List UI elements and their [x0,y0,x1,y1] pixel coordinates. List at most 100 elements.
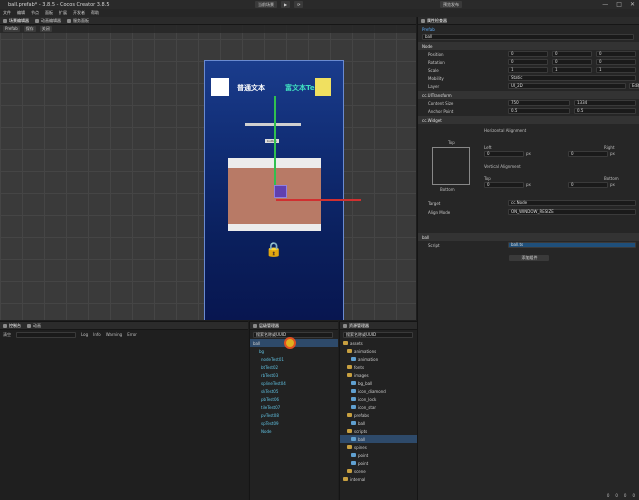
tab-service[interactable]: 服务面板 [67,18,89,24]
menu-help[interactable]: 帮助 [91,10,99,16]
layer-edit-button[interactable]: Edit [629,83,639,89]
asset-folder[interactable]: animations [340,347,417,355]
tab-console[interactable]: 控制台 [3,323,21,329]
scale-z[interactable]: 1 [596,67,636,73]
node-section-header[interactable]: Node [418,42,639,50]
target-field[interactable]: cc.Node [508,200,636,206]
filter-warning[interactable]: Warning [106,332,122,337]
asset-file-selected[interactable]: ball [340,435,417,443]
tree-node[interactable]: skTest05 [250,387,338,395]
ball-component-header[interactable]: ball [418,233,639,241]
node-name-input[interactable]: ball [422,34,634,40]
assets-search-input[interactable]: 搜索名称或UUID [343,331,413,338]
tree-node[interactable]: splineTest04 [250,379,338,387]
left-unit: px [526,151,531,156]
tree-node[interactable]: pbTest06 [250,395,338,403]
tab-hierarchy[interactable]: 层级管理器 [253,323,279,329]
menu-edit[interactable]: 编辑 [17,10,25,16]
console-search-input[interactable] [16,331,76,338]
mobility-select[interactable]: Static [508,75,636,81]
asset-folder[interactable]: internal [340,475,417,483]
rotation-z[interactable]: 0 [596,59,636,65]
asset-folder[interactable]: prefabs [340,411,417,419]
gizmo-y-axis[interactable] [274,96,276,186]
filter-info[interactable]: Info [93,332,101,337]
tree-node[interactable]: spTest09 [250,419,338,427]
tab-scene-editor[interactable]: 场景编辑器 [3,18,29,24]
script-field[interactable]: ball.ts [508,242,636,248]
content-height[interactable]: 1334 [574,100,636,106]
hierarchy-search-input[interactable]: 搜索名称或UUID [253,331,333,338]
add-component-button[interactable]: 添加组件 [508,255,549,261]
asset-file[interactable]: icon_star [340,403,417,411]
widget-alignment-box[interactable] [432,147,470,185]
filter-error[interactable]: Error [127,332,137,337]
asset-file[interactable]: point [340,459,417,467]
right-unit: px [610,151,615,156]
tree-node[interactable]: tileTest07 [250,403,338,411]
anchor-x[interactable]: 0.5 [508,108,570,114]
asset-folder[interactable]: scripts [340,427,417,435]
save-button[interactable]: 保存 [23,26,36,32]
tree-node[interactable]: rbTest03 [250,371,338,379]
tab-inspector[interactable]: 属性检查器 [421,18,447,24]
filter-log[interactable]: Log [81,332,88,337]
play-button[interactable]: ▶ [281,1,291,8]
tree-node-bg[interactable]: bg [250,347,338,355]
menu-developer[interactable]: 开发者 [73,10,85,16]
rotation-y[interactable]: 0 [552,59,592,65]
minimize-icon[interactable]: — [602,1,608,8]
menu-extension[interactable]: 扩展 [59,10,67,16]
tree-node[interactable]: Node [250,427,338,435]
left-input[interactable]: 0 [484,151,524,157]
maximize-icon[interactable]: □ [616,1,622,8]
bottom-input[interactable]: 0 [568,182,608,188]
layer-select[interactable]: UI_2D [508,83,626,89]
close-icon[interactable]: ✕ [630,1,635,8]
anchor-y[interactable]: 0.5 [574,108,636,114]
widget-section-header[interactable]: cc.Widget [418,116,639,124]
tab-animation-editor[interactable]: 动画编辑器 [35,18,61,24]
close-button[interactable]: 关闭 [39,26,52,32]
asset-folder[interactable]: spines [340,443,417,451]
tab-animation[interactable]: 动画 [27,323,41,329]
tree-node[interactable]: nodeTest01 [250,355,338,363]
hierarchy-panel: 层级管理器 搜索名称或UUID ball bg nodeTest01 btTes… [249,321,338,500]
asset-file[interactable]: icon_diamond [340,387,417,395]
scene-editor[interactable]: 场景编辑器 动画编辑器 服务面板 Prefab 保存 关闭 普通文本 富文本Te… [0,17,416,320]
uitransform-section-header[interactable]: cc.UITransform [418,91,639,99]
asset-folder[interactable]: assets [340,339,417,347]
asset-folder[interactable]: images [340,371,417,379]
position-z[interactable]: 0 [596,51,636,57]
asset-file[interactable]: point [340,451,417,459]
scale-y[interactable]: 1 [552,67,592,73]
tree-node[interactable]: pvTest08 [250,411,338,419]
gizmo-x-axis[interactable] [276,199,361,201]
scale-x[interactable]: 1 [508,67,548,73]
content-width[interactable]: 750 [508,100,570,106]
tree-node-ball[interactable]: ball [250,337,338,349]
asset-file[interactable]: ball [340,419,417,427]
publish-button[interactable]: 预览发布 [440,1,462,8]
asset-file[interactable]: icon_lock [340,395,417,403]
menu-panel[interactable]: 面板 [45,10,53,16]
asset-folder[interactable]: scene [340,467,417,475]
top-input[interactable]: 0 [484,182,524,188]
asset-file[interactable]: bg_ball [340,379,417,387]
tree-node[interactable]: btTest02 [250,363,338,371]
canvas-preview[interactable]: 普通文本 富文本Text button 🔒 [204,60,361,320]
gizmo-center[interactable] [274,185,287,198]
refresh-button[interactable]: ⟳ [294,1,304,8]
position-x[interactable]: 0 [508,51,548,57]
right-input[interactable]: 0 [568,151,608,157]
tab-assets[interactable]: 资源管理器 [343,323,369,329]
rotation-x[interactable]: 0 [508,59,548,65]
current-scene-button[interactable]: 当前场景 [255,1,277,8]
align-mode-select[interactable]: ON_WINDOW_RESIZE [508,209,636,215]
position-y[interactable]: 0 [552,51,592,57]
menu-node[interactable]: 节点 [31,10,39,16]
console-clear-button[interactable]: 清空 [3,332,11,338]
asset-folder[interactable]: fonts [340,363,417,371]
asset-file[interactable]: animation [340,355,417,363]
menu-file[interactable]: 文件 [3,10,11,16]
